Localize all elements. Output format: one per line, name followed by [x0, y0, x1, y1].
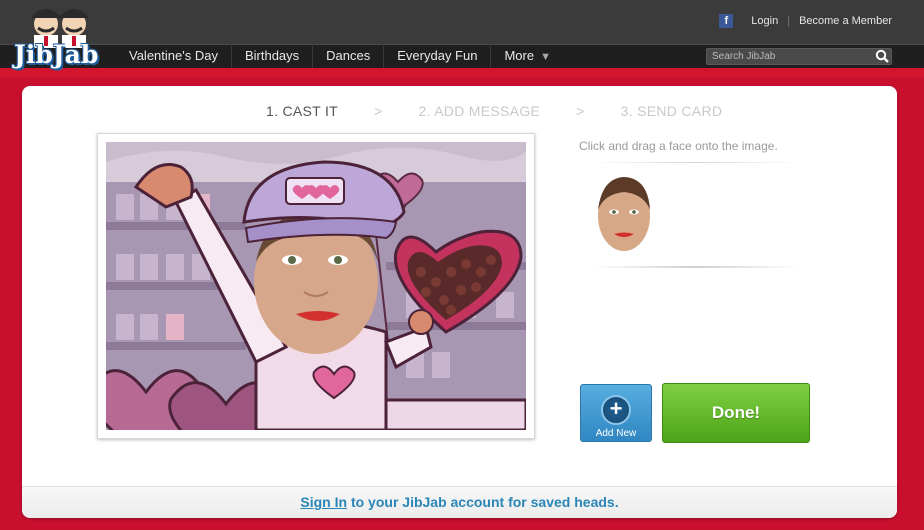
- login-link[interactable]: Login: [751, 15, 778, 27]
- search-input[interactable]: Search JibJab: [706, 48, 892, 65]
- divider: [590, 162, 800, 163]
- instruction-text: Click and drag a face onto the image.: [579, 139, 778, 153]
- main-nav: Valentine's Day Birthdays Dances Everyda…: [116, 44, 564, 68]
- add-new-label: Add New: [595, 428, 637, 439]
- red-strip: [0, 68, 924, 78]
- footer-text: to your JibJab account for saved heads.: [347, 494, 619, 510]
- nav-item-birthdays[interactable]: Birthdays: [232, 44, 314, 68]
- valentine-scene-illustration: [106, 142, 526, 430]
- footer-bar: Sign In to your JibJab account for saved…: [22, 486, 897, 518]
- nav-item-more[interactable]: More ▼: [491, 44, 564, 68]
- nav-item-dances[interactable]: Dances: [313, 44, 385, 68]
- done-button[interactable]: Done!: [662, 383, 810, 443]
- become-member-link[interactable]: Become a Member: [799, 15, 892, 27]
- divider: [590, 266, 800, 268]
- step-separator: >: [576, 103, 585, 119]
- step-send-card: 3. SEND CARD: [620, 103, 723, 119]
- search-icon[interactable]: [874, 48, 890, 64]
- step-add-message: 2. ADD MESSAGE: [418, 103, 541, 119]
- nav-more-label: More: [504, 48, 535, 63]
- sign-in-link[interactable]: Sign In: [300, 494, 347, 510]
- top-links: f Login | Become a Member: [719, 13, 892, 29]
- card-canvas[interactable]: [106, 142, 526, 430]
- logo-text: JibJab: [14, 40, 99, 69]
- step-cast-it: 1. CAST IT: [266, 103, 338, 119]
- nav-item-valentines-day[interactable]: Valentine's Day: [116, 44, 232, 68]
- nav-item-everyday-fun[interactable]: Everyday Fun: [384, 44, 492, 68]
- step-separator: >: [373, 103, 383, 119]
- facebook-icon[interactable]: f: [719, 14, 734, 28]
- face-thumbnail[interactable]: [596, 176, 652, 252]
- caret-down-icon: ▼: [540, 51, 551, 63]
- plus-icon: +: [601, 395, 631, 425]
- add-new-button[interactable]: + Add New: [580, 384, 652, 442]
- link-separator: |: [787, 15, 791, 27]
- card-canvas-frame: [97, 133, 535, 439]
- step-progress: 1. CAST IT > 2. ADD MESSAGE > 3. SEND CA…: [266, 103, 722, 119]
